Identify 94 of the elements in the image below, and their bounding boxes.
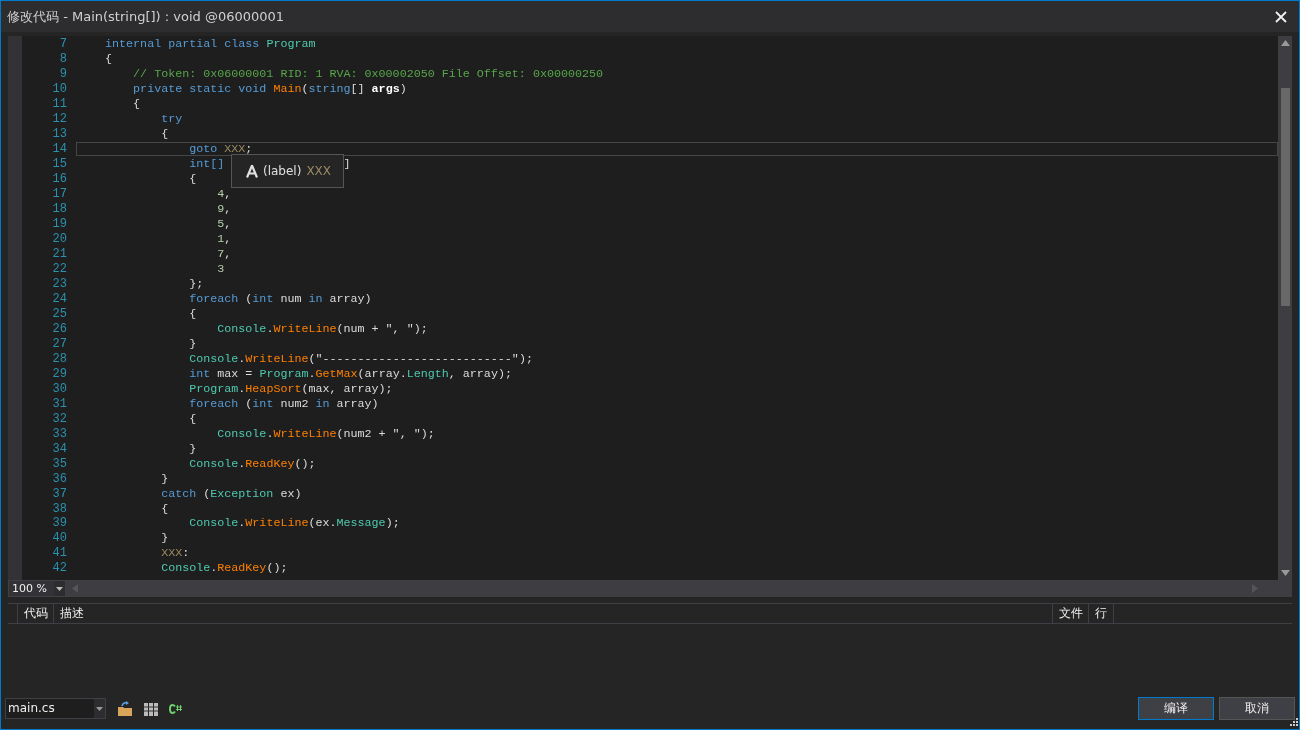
- line-number: 37: [51, 486, 67, 501]
- code-line: }: [188, 336, 197, 351]
- code-line: }: [188, 441, 197, 456]
- line-number: 10: [51, 82, 67, 97]
- code-line: {: [188, 306, 197, 321]
- code-line: catch (Exception ex): [160, 486, 302, 501]
- dialog-button[interactable]: 编译: [1138, 697, 1214, 720]
- line-number: 9: [58, 67, 67, 82]
- line-number: 28: [51, 351, 67, 366]
- code-line: }: [160, 531, 169, 546]
- line-number: 34: [51, 441, 67, 456]
- open-folder-icon[interactable]: [117, 700, 133, 717]
- column-header[interactable]: 文件: [1053, 604, 1089, 623]
- code-line: ]: [343, 157, 351, 172]
- line-number: 16: [51, 172, 67, 187]
- code-line: internal partial class Program: [104, 37, 316, 52]
- code-line: Console.WriteLine(num2 + ", ");: [216, 426, 435, 441]
- line-number: 29: [51, 366, 67, 381]
- line-number: 31: [51, 396, 67, 411]
- line-number: 36: [51, 471, 67, 486]
- code-line: 7,: [216, 247, 232, 262]
- line-number: 15: [51, 157, 67, 172]
- file-dropdown[interactable]: main.cs: [5, 698, 106, 719]
- line-number: 14: [51, 142, 67, 157]
- column-header[interactable]: 描述: [54, 604, 1053, 623]
- line-number: 23: [51, 277, 67, 291]
- line-number: 17: [51, 187, 67, 202]
- dropdown-arrow-icon[interactable]: [96, 706, 103, 711]
- line-number: 12: [51, 112, 67, 127]
- code-line: Console.WriteLine(ex.Message);: [188, 516, 400, 531]
- code-line: private static void Main(string[] args): [132, 82, 407, 97]
- line-number: 39: [51, 516, 67, 531]
- dropdown-arrow-icon[interactable]: [56, 586, 63, 591]
- resize-grip-icon[interactable]: [1288, 718, 1298, 728]
- column-header[interactable]: 代码: [18, 604, 54, 623]
- line-number: 40: [51, 531, 67, 546]
- code-line: Console.WriteLine(num + ", ");: [216, 321, 428, 336]
- scroll-down-icon[interactable]: [1280, 570, 1290, 576]
- code-line: {: [160, 127, 169, 142]
- line-number: 30: [51, 381, 67, 396]
- library-icon[interactable]: [144, 701, 158, 716]
- code-line: {: [188, 411, 197, 426]
- line-number: 21: [51, 247, 67, 262]
- code-line: foreach (int num2 in array): [188, 396, 379, 411]
- letter-a-icon: [246, 164, 258, 178]
- code-line: 5,: [216, 217, 232, 232]
- code-line: goto XXX;: [188, 142, 253, 157]
- code-line: int max = Program.GetMax(array.Length, array);: [188, 366, 512, 381]
- code-line: }: [160, 471, 169, 486]
- code-line: try: [160, 112, 183, 127]
- code-line: Program.HeapSort(max, array);: [188, 381, 393, 396]
- line-number: 33: [51, 426, 67, 441]
- line-number: 7: [58, 37, 67, 52]
- scroll-up-icon[interactable]: [1280, 40, 1290, 46]
- code-line: // Token: 0x06000001 RID: 1 RVA: 0x00002050 File Offset: 0x00000250: [132, 67, 604, 82]
- line-number: 32: [51, 411, 67, 426]
- csharp-icon[interactable]: [169, 703, 183, 714]
- line-number: 20: [51, 232, 67, 247]
- code-line: XXX:: [160, 546, 190, 561]
- line-number: 42: [51, 561, 67, 576]
- close-icon[interactable]: [1275, 10, 1287, 23]
- code-line: Console.ReadKey();: [160, 561, 288, 576]
- code-line: Console.WriteLine("---------------------------");: [188, 351, 533, 366]
- code-line: {: [104, 52, 113, 67]
- vertical-scrollbar[interactable]: [1278, 36, 1292, 580]
- line-number: 11: [51, 97, 67, 112]
- code-line: 9,: [216, 202, 232, 217]
- line-number: 8: [58, 52, 67, 67]
- line-number: 22: [51, 262, 67, 276]
- code-line: {: [132, 97, 141, 112]
- code-line: {: [160, 501, 169, 516]
- line-number: 35: [51, 456, 67, 471]
- line-number: 26: [51, 321, 67, 336]
- code-line: 3: [216, 262, 225, 276]
- zoom-dropdown[interactable]: 100 %: [8, 580, 66, 597]
- line-number: 38: [51, 501, 67, 516]
- line-number: 13: [51, 127, 67, 142]
- line-number: 25: [51, 306, 67, 321]
- code-line: };: [188, 277, 204, 291]
- code-line: foreach (int num in array): [188, 291, 372, 306]
- code-line: 4,: [216, 187, 232, 202]
- code-line: int[]: [188, 157, 225, 172]
- dialog-button[interactable]: 取消: [1219, 697, 1295, 720]
- code-line: Console.ReadKey();: [188, 456, 316, 471]
- tooltip: (label) XXX: [231, 154, 345, 188]
- window-title: 修改代码 - Main(string[]) : void @06000001: [7, 7, 286, 26]
- line-number: 18: [51, 202, 67, 217]
- line-number: 41: [51, 546, 67, 561]
- code-line: {: [188, 172, 197, 187]
- line-number: 24: [51, 291, 67, 306]
- line-number: 27: [51, 336, 67, 351]
- code-line: 1,: [216, 232, 232, 247]
- column-header[interactable]: 行: [1089, 604, 1114, 623]
- line-number: 19: [51, 217, 67, 232]
